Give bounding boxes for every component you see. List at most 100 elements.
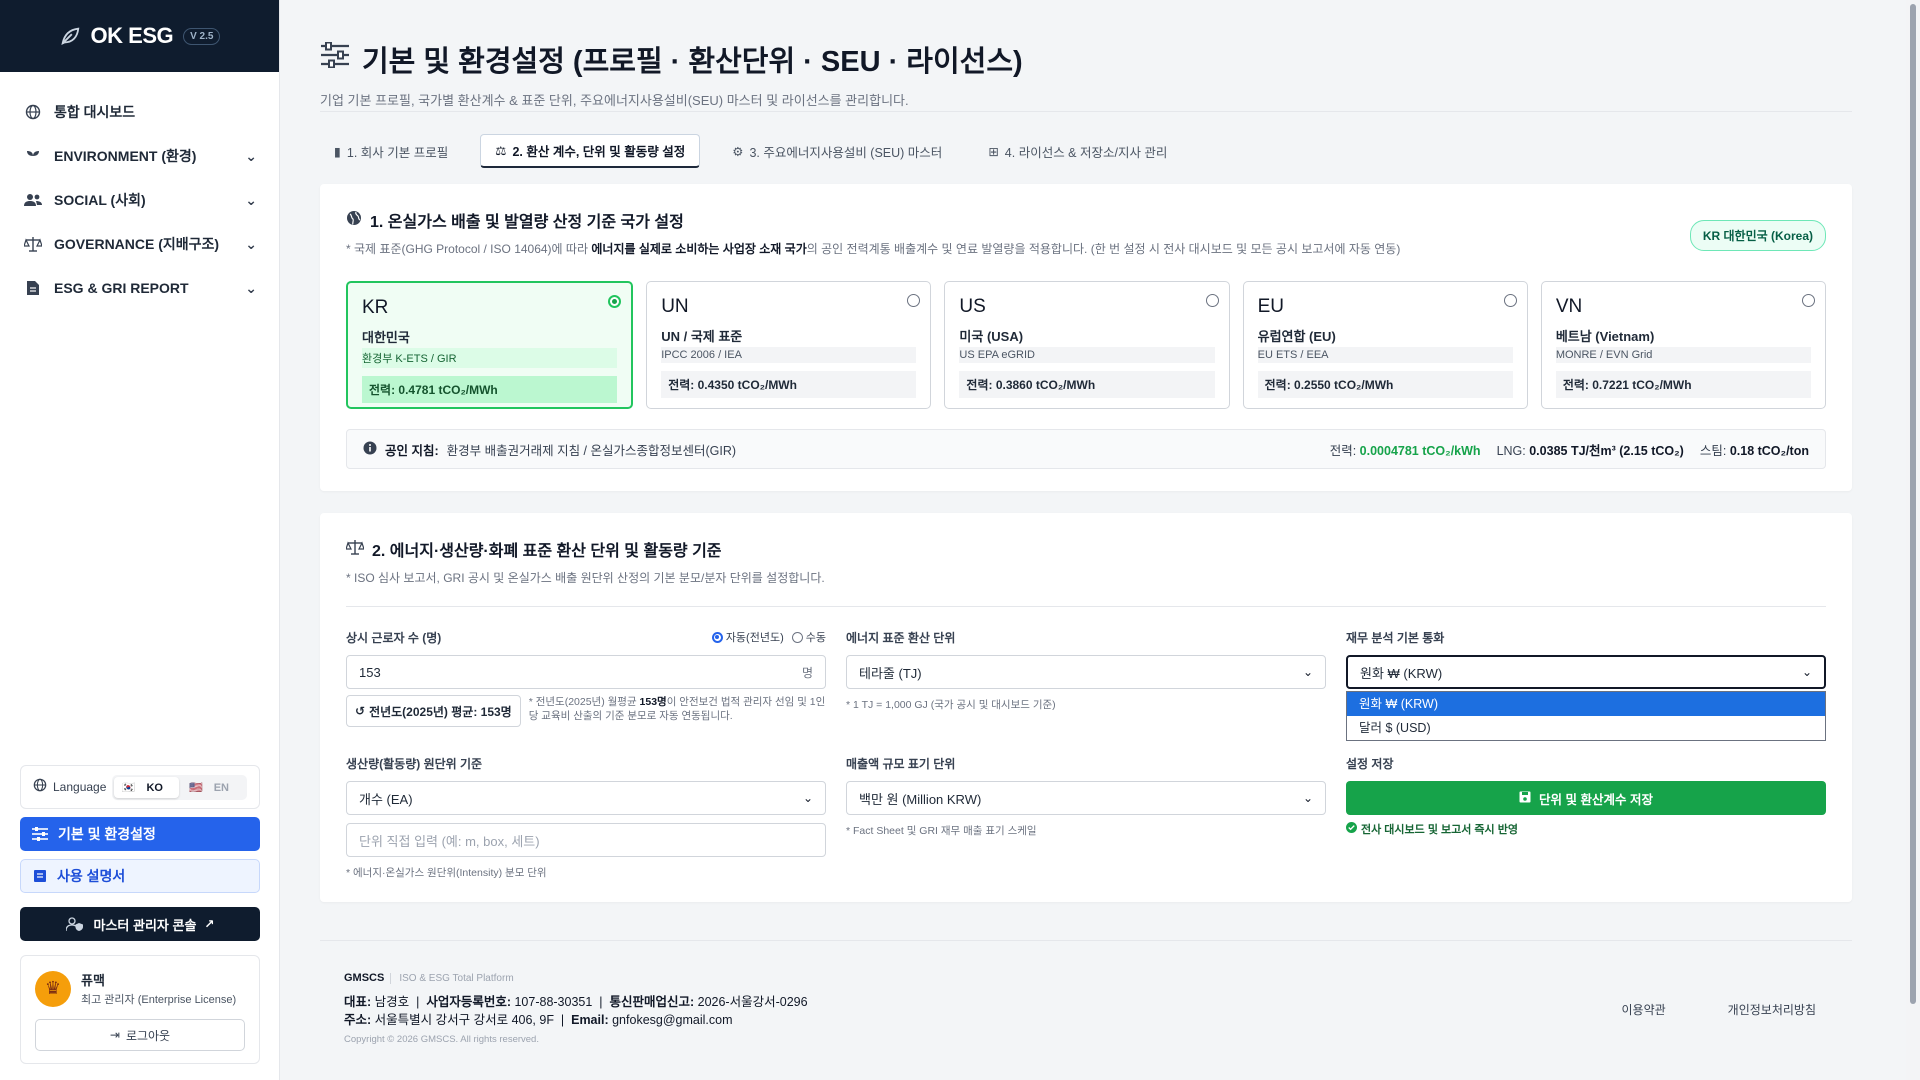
country-name: UN / 국제 표준	[661, 329, 743, 344]
hint-text: * 전년도(2025년) 월평균	[528, 696, 640, 708]
energy-unit-label: 에너지 표준 환산 단위	[846, 630, 956, 645]
energy-unit-select[interactable]: 테라줄 (TJ) ⌄	[846, 655, 1326, 689]
crown-avatar-icon: ♛	[35, 970, 71, 1007]
sidebar: OK ESG V 2.5 통합 대시보드 ENVIRONMENT (환경) ⌄ …	[0, 0, 280, 1080]
master-console-button[interactable]: 마스터 관리자 콘솔 ↗	[20, 907, 260, 941]
language-ko-button[interactable]: 🇰🇷 KO	[113, 776, 179, 798]
revenue-select[interactable]: 백만 원 (Million KRW) ⌄	[846, 781, 1326, 815]
settings-button-label: 기본 및 환경설정	[58, 826, 156, 842]
workers-label: 상시 근로자 수 (명) 자동(전년도) 수동	[346, 627, 826, 647]
country-source: EU ETS / EEA	[1257, 347, 1513, 363]
guideline-factors: 전력: 0.0004781 tCO₂/kWh LNG: 0.0385 TJ/천m…	[1330, 440, 1809, 459]
privacy-link[interactable]: 개인정보처리방침	[1728, 1001, 1816, 1047]
sprout-icon	[22, 145, 44, 167]
footer-links: 이용약관 개인정보처리방침	[1622, 1001, 1853, 1047]
mail-order-label: 통신판매업신고:	[609, 994, 695, 1009]
country-name: 미국 (USA)	[959, 329, 1024, 344]
country-radio[interactable]	[1503, 294, 1517, 307]
sidebar-item-label: 통합 대시보드	[54, 104, 136, 120]
hint-bold: 153명	[639, 696, 667, 708]
save-label: 설정 저장	[1346, 756, 1394, 771]
country-option-vn[interactable]: VN 베트남 (Vietnam) MONRE / EVN Grid 전력: 0.…	[1540, 281, 1827, 409]
country-radio[interactable]	[1205, 294, 1219, 307]
workers-value: 153	[359, 664, 381, 680]
page-scrollbar[interactable]	[1906, 0, 1920, 1080]
custom-unit-input[interactable]: 단위 직접 입력 (예: m, box, 세트)	[346, 823, 826, 857]
scale-icon: ⚖	[495, 144, 507, 158]
lng-factor-label: LNG:	[1496, 443, 1526, 458]
manual-button[interactable]: 사용 설명서	[20, 859, 260, 893]
brand-name: OK ESG	[90, 23, 174, 48]
prev-year-average-button[interactable]: ↺ 전년도(2025년) 평균: 153명	[346, 695, 521, 727]
currency-option-krw[interactable]: 원화 ₩ (KRW)	[1347, 692, 1825, 716]
workers-manual-radio[interactable]: 수동	[791, 629, 826, 645]
save-field: 설정 저장 단위 및 환산계수 저장 전사 대시보드 및 보고서 즉시 반영	[1346, 753, 1826, 880]
workers-auto-radio[interactable]: 자동(전년도)	[711, 629, 784, 645]
sidebar-item-social[interactable]: SOCIAL (사회) ⌄	[22, 178, 257, 222]
currency-field: 재무 분석 기본 통화 원화 ₩ (KRW) ⌄ 원화 ₩ (KRW) 달러 $…	[1346, 627, 1826, 741]
tab-label: 2. 환산 계수, 단위 및 활동량 설정	[512, 145, 686, 159]
energy-unit-note: * 1 TJ = 1,000 GJ (국가 공시 및 대시보드 기준)	[846, 699, 1056, 711]
country-setting-card: 1. 온실가스 배출 및 발열량 산정 기준 국가 설정 * 국제 표준(GHG…	[320, 184, 1852, 491]
globe-icon	[22, 101, 44, 123]
country-option-kr[interactable]: KR 대한민국 환경부 K-ETS / GIR 전력: 0.4781 tCO₂/…	[346, 281, 634, 409]
currency-option-usd[interactable]: 달러 $ (USD)	[1347, 716, 1825, 740]
scale-icon	[345, 539, 365, 560]
country-option-us[interactable]: US 미국 (USA) US EPA eGRID 전력: 0.3860 tCO₂…	[944, 281, 1230, 409]
unit-form: 상시 근로자 수 (명) 자동(전년도) 수동 153 명 ↺ 전년도(2025…	[346, 606, 1826, 741]
language-en-button[interactable]: 🇺🇸 EN	[181, 777, 245, 798]
logout-icon: ⇥	[109, 1028, 120, 1042]
terms-link[interactable]: 이용약관	[1622, 1001, 1666, 1047]
mail-order-value: 2026-서울강서-0296	[697, 994, 808, 1009]
save-units-button[interactable]: 단위 및 환산계수 저장	[1346, 781, 1826, 815]
tab-license[interactable]: ⊞ 4. 라이선스 & 저장소/지사 관리	[974, 134, 1181, 168]
note-bold: 에너지를 실제로 소비하는 사업장 소재 국가	[591, 242, 807, 256]
tab-seu-master[interactable]: ⚙ 3. 주요에너지사용설비 (SEU) 마스터	[718, 134, 956, 168]
workers-hint-row: ↺ 전년도(2025년) 평균: 153명 * 전년도(2025년) 월평균 1…	[346, 695, 826, 727]
footer-company: GMSCS	[344, 972, 385, 984]
logout-button[interactable]: ⇥ 로그아웃	[35, 1019, 245, 1051]
country-radio[interactable]	[608, 295, 622, 308]
settings-button[interactable]: 기본 및 환경설정	[20, 817, 260, 851]
scrollbar-thumb[interactable]	[1910, 4, 1916, 1004]
official-guideline-bar: 공인 지침: 환경부 배출권거래제 지침 / 온실가스종합정보센터(GIR) 전…	[346, 429, 1826, 469]
currency-select[interactable]: 원화 ₩ (KRW) ⌄	[1346, 655, 1826, 689]
country-radio[interactable]	[1802, 294, 1816, 307]
scale-icon	[22, 233, 44, 255]
country-factor: 전력: 0.2550 tCO₂/MWh	[1257, 371, 1513, 398]
power-factor-label: 전력:	[1329, 443, 1357, 458]
country-option-eu[interactable]: EU 유럽연합 (EU) EU ETS / EEA 전력: 0.2550 tCO…	[1242, 281, 1528, 409]
lng-factor: LNG: 0.0385 TJ/천m³ (2.15 tCO₂)	[1497, 440, 1684, 459]
settings-tabs: ▮ 1. 회사 기본 프로필 ⚖ 2. 환산 계수, 단위 및 활동량 설정 ⚙…	[320, 134, 1858, 170]
reflect-text: 전사 대시보드 및 보고서 즉시 반영	[1361, 824, 1518, 836]
chevron-down-icon: ⌄	[1302, 665, 1313, 679]
sidebar-item-report[interactable]: ESG & GRI REPORT ⌄	[22, 266, 257, 310]
currency-dropdown: 원화 ₩ (KRW) 달러 $ (USD)	[1346, 691, 1826, 741]
sidebar-item-governance[interactable]: GOVERNANCE (지배구조) ⌄	[22, 222, 257, 266]
tab-conversion-units[interactable]: ⚖ 2. 환산 계수, 단위 및 활동량 설정	[480, 134, 701, 168]
email-value: gnfokesg@gmail.com	[612, 1013, 733, 1028]
country-source: MONRE / EVN Grid	[1555, 347, 1812, 363]
unit-form-row2: 생산량(활동량) 원단위 기준 개수 (EA) ⌄ 단위 직접 입력 (예: m…	[346, 741, 1826, 880]
revenue-field: 매출액 규모 표기 단위 백만 원 (Million KRW) ⌄ * Fact…	[846, 753, 1326, 880]
language-toggle: 🇰🇷 KO 🇺🇸 EN	[111, 774, 247, 800]
check-circle-icon	[1346, 822, 1357, 836]
country-radio[interactable]	[907, 294, 921, 307]
brand-header[interactable]: OK ESG V 2.5	[0, 0, 279, 72]
user-row: ♛ 퓨맥 최고 관리자 (Enterprise License)	[35, 970, 245, 1007]
sidebar-item-environment[interactable]: ENVIRONMENT (환경) ⌄	[22, 134, 257, 178]
sliders-icon	[32, 827, 48, 841]
tab-company-profile[interactable]: ▮ 1. 회사 기본 프로필	[320, 134, 462, 168]
workers-input[interactable]: 153 명	[346, 655, 826, 689]
biz-label: 사업자등록번호:	[426, 994, 511, 1009]
language-label: Language	[53, 780, 107, 794]
address-label: 주소:	[344, 1013, 372, 1028]
main-nav: 통합 대시보드 ENVIRONMENT (환경) ⌄ SOCIAL (사회) ⌄…	[0, 72, 279, 328]
currency-value: 원화 ₩ (KRW)	[1360, 665, 1443, 681]
building-icon: ▮	[334, 144, 341, 159]
country-option-un[interactable]: UN UN / 국제 표준 IPCC 2006 / IEA 전력: 0.4350…	[646, 281, 932, 409]
production-select[interactable]: 개수 (EA) ⌄	[346, 781, 826, 815]
sidebar-item-dashboard[interactable]: 통합 대시보드	[22, 90, 257, 134]
country-source: 환경부 K-ETS / GIR	[362, 348, 618, 368]
user-role: 최고 관리자 (Enterprise License)	[81, 994, 237, 1006]
